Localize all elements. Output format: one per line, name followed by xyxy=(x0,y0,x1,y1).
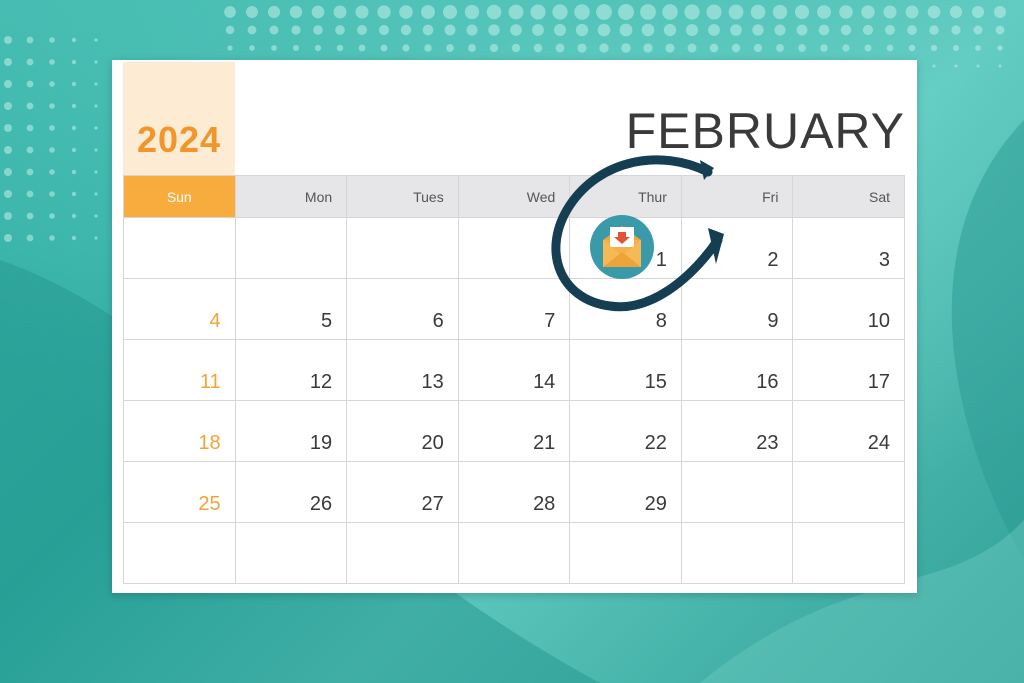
calendar-grid: Sun Mon Tues Wed Thur Fri Sat 1234567891… xyxy=(123,175,906,584)
day-number: 4 xyxy=(209,310,221,332)
day-cell[interactable]: 9 xyxy=(681,279,794,340)
day-cell[interactable] xyxy=(793,523,906,584)
day-cell[interactable]: 5 xyxy=(235,279,348,340)
day-cell[interactable]: 17 xyxy=(793,340,906,401)
day-cell[interactable]: 22 xyxy=(570,401,682,462)
month-title: FEBRUARY xyxy=(625,103,905,159)
day-cell[interactable]: 3 xyxy=(793,218,906,279)
day-cell[interactable] xyxy=(124,218,236,279)
day-number: 2 xyxy=(767,249,779,271)
day-cell[interactable]: 26 xyxy=(235,462,348,523)
weekday-sat: Sat xyxy=(793,176,906,218)
day-number: 3 xyxy=(878,249,891,271)
day-cell[interactable] xyxy=(235,218,348,279)
day-number: 22 xyxy=(644,432,667,454)
day-cell[interactable] xyxy=(458,523,571,584)
year-box: 2024 xyxy=(123,62,235,175)
day-cell[interactable]: 15 xyxy=(570,340,682,401)
day-cell[interactable] xyxy=(235,523,348,584)
day-cell[interactable]: 7 xyxy=(458,279,571,340)
year-label: 2024 xyxy=(136,119,222,160)
weekday-mon: Mon xyxy=(235,176,348,218)
day-number: 15 xyxy=(644,371,667,393)
calendar-card: 2024 FEBRUARY Sun Mon Tues Wed Thur Fri … xyxy=(112,60,917,593)
weekday-thu: Thur xyxy=(570,176,682,218)
day-cell[interactable] xyxy=(347,218,459,279)
day-cell[interactable]: 11 xyxy=(124,340,236,401)
day-cell[interactable]: 12 xyxy=(235,340,348,401)
day-cell[interactable]: 4 xyxy=(124,279,236,340)
week-row: 25 26 27 28 29 xyxy=(124,462,906,523)
day-cell[interactable] xyxy=(124,523,236,584)
day-cell[interactable]: 16 xyxy=(681,340,794,401)
day-cell[interactable] xyxy=(570,523,682,584)
day-cell[interactable]: 20 xyxy=(347,401,459,462)
day-number: 18 xyxy=(198,432,221,454)
week-row: 1 2 3 xyxy=(124,218,906,279)
day-number: 8 xyxy=(655,310,667,332)
day-number: 16 xyxy=(756,371,779,393)
day-number: 6 xyxy=(432,310,444,332)
day-number: 25 xyxy=(198,493,221,515)
day-cell[interactable]: 14 xyxy=(458,340,571,401)
day-number: 28 xyxy=(533,493,556,515)
day-number: 24 xyxy=(867,432,891,454)
day-number: 12 xyxy=(309,371,333,393)
day-number: 17 xyxy=(867,371,891,393)
day-cell[interactable]: 27 xyxy=(347,462,459,523)
weekday-fri: Fri xyxy=(681,176,794,218)
day-cell[interactable]: 2 xyxy=(681,218,794,279)
day-cell[interactable] xyxy=(458,218,571,279)
day-cell[interactable]: 6 xyxy=(347,279,459,340)
day-number: 5 xyxy=(321,310,333,332)
day-number: 1 xyxy=(655,249,667,271)
day-number: 10 xyxy=(867,310,891,332)
day-number: 7 xyxy=(544,310,556,332)
day-cell[interactable]: 18 xyxy=(124,401,236,462)
day-cell[interactable]: 21 xyxy=(458,401,571,462)
week-row: 11 12 13 14 15 16 17 xyxy=(124,340,906,401)
weekday-wed: Wed xyxy=(458,176,571,218)
week-row: 18 19 20 21 22 23 24 xyxy=(124,401,906,462)
day-cell[interactable]: 24 xyxy=(793,401,906,462)
day-cell[interactable]: 19 xyxy=(235,401,348,462)
day-cell[interactable] xyxy=(681,462,794,523)
day-cell[interactable]: 8 xyxy=(570,279,682,340)
day-number: 9 xyxy=(767,310,779,332)
weekday-header-row: Sun Mon Tues Wed Thur Fri Sat xyxy=(124,176,906,218)
week-row xyxy=(124,523,906,584)
day-cell[interactable] xyxy=(681,523,794,584)
day-cell[interactable]: 28 xyxy=(458,462,571,523)
day-number: 23 xyxy=(756,432,779,454)
day-number: 19 xyxy=(309,432,333,454)
day-number: 27 xyxy=(421,493,444,515)
day-cell[interactable]: 25 xyxy=(124,462,236,523)
day-number: 29 xyxy=(644,493,667,515)
day-number: 14 xyxy=(533,371,556,393)
calendar-weeks: 1 2 3 4 5 6 7 8 9 10 11 12 13 14 15 16 17 18 19 20 21 22 23 24 2… xyxy=(124,218,906,584)
week-row: 4 5 6 7 8 9 10 xyxy=(124,279,906,340)
day-cell[interactable]: 10 xyxy=(793,279,906,340)
day-number: 13 xyxy=(421,371,444,393)
day-number: 21 xyxy=(533,432,556,454)
day-number: 20 xyxy=(421,432,444,454)
day-cell[interactable] xyxy=(793,462,906,523)
day-number: 26 xyxy=(309,493,333,515)
day-cell[interactable]: 23 xyxy=(681,401,794,462)
day-cell[interactable]: 29 xyxy=(570,462,682,523)
day-cell[interactable]: 1 xyxy=(570,218,682,279)
day-cell[interactable] xyxy=(347,523,459,584)
day-number: 11 xyxy=(199,371,221,393)
weekday-sun: Sun xyxy=(124,176,236,218)
day-cell[interactable]: 13 xyxy=(347,340,459,401)
weekday-tue: Tues xyxy=(347,176,459,218)
